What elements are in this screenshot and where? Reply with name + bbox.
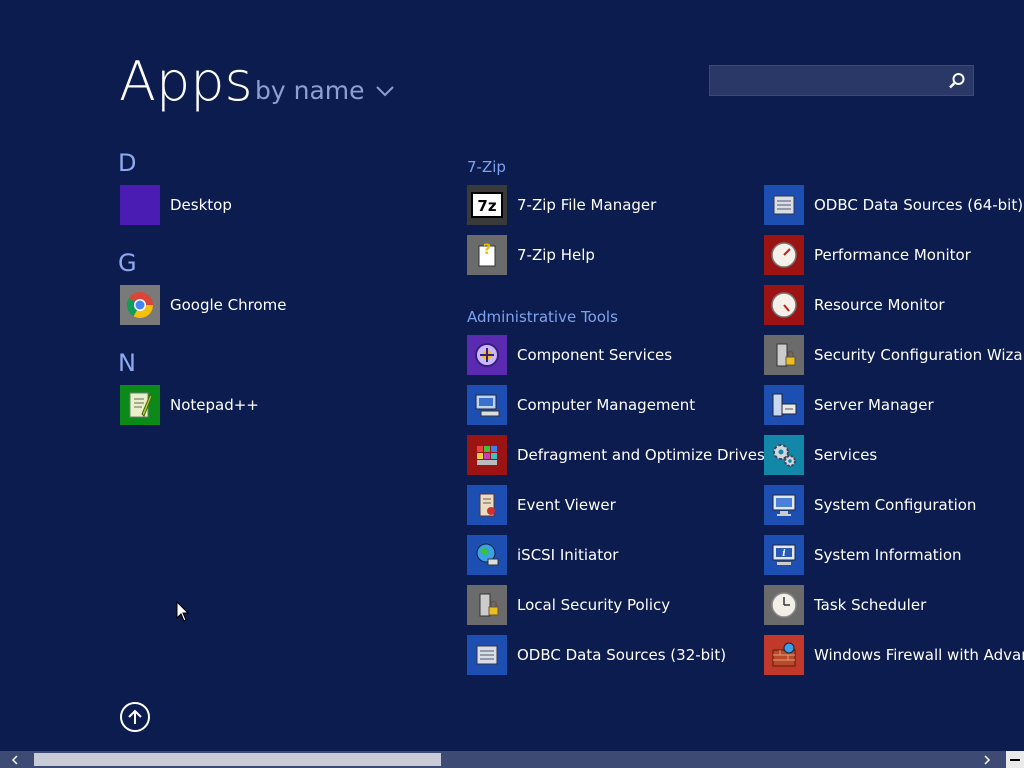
page-title: Apps <box>119 50 253 113</box>
app-label: Google Chrome <box>170 296 287 314</box>
group-letter-n[interactable]: N <box>118 349 136 377</box>
chevron-right-icon <box>984 754 991 765</box>
app-defragment[interactable]: Defragment and Optimize Drives <box>467 435 765 475</box>
local-security-policy-icon <box>467 585 507 625</box>
app-label: System Information <box>814 546 962 564</box>
mouse-cursor-icon <box>176 601 190 622</box>
app-local-security-policy[interactable]: Local Security Policy <box>467 585 670 625</box>
app-label: ODBC Data Sources (32-bit) <box>517 646 727 664</box>
monitor-icon <box>764 485 804 525</box>
group-header-7zip[interactable]: 7-Zip <box>467 158 506 176</box>
app-label: Notepad++ <box>170 396 259 414</box>
server-manager-icon <box>764 385 804 425</box>
app-label: Services <box>814 446 878 464</box>
app-iscsi-initiator[interactable]: iSCSI Initiator <box>467 535 618 575</box>
defragment-icon <box>467 435 507 475</box>
app-system-information[interactable]: i System Information <box>764 535 962 575</box>
arrow-up-icon <box>128 709 142 724</box>
scroll-thumb[interactable] <box>34 753 441 766</box>
group-letter-d[interactable]: D <box>118 149 136 177</box>
horizontal-scrollbar[interactable] <box>0 751 1024 768</box>
chevron-down-icon <box>375 85 394 96</box>
app-google-chrome[interactable]: Google Chrome <box>120 285 287 325</box>
security-wizard-icon <box>764 335 804 375</box>
notepadpp-icon <box>120 385 160 425</box>
search-input[interactable] <box>710 66 940 95</box>
firewall-icon <box>764 635 804 675</box>
app-label: Task Scheduler <box>814 596 927 614</box>
app-system-configuration[interactable]: System Configuration <box>764 485 976 525</box>
app-security-configuration-wizard[interactable]: Security Configuration Wizard <box>764 335 1024 375</box>
app-label: Computer Management <box>517 396 696 414</box>
help-document-icon: ? <box>467 235 507 275</box>
svg-text:7z: 7z <box>477 197 496 215</box>
app-label: Desktop <box>170 196 232 214</box>
app-windows-firewall[interactable]: Windows Firewall with Advanced <box>764 635 1024 675</box>
system-info-icon: i <box>764 535 804 575</box>
app-label: Event Viewer <box>517 496 616 514</box>
app-odbc-32[interactable]: ODBC Data Sources (32-bit) <box>467 635 726 675</box>
group-header-administrative-tools[interactable]: Administrative Tools <box>467 308 618 326</box>
app-label: ODBC Data Sources (64-bit) <box>814 196 1024 214</box>
search-box[interactable] <box>709 65 974 96</box>
app-label: Windows Firewall with Advanced <box>814 646 1024 664</box>
scroll-right-button[interactable] <box>972 751 1002 768</box>
app-label: Performance Monitor <box>814 246 971 264</box>
scroll-left-button[interactable] <box>0 751 30 768</box>
back-to-start-button[interactable] <box>120 702 150 732</box>
app-desktop[interactable]: Desktop <box>120 185 232 225</box>
group-letter-g[interactable]: G <box>118 249 137 277</box>
sort-by-label: by name <box>255 76 365 105</box>
desktop-icon <box>120 185 160 225</box>
zoom-out-button[interactable] <box>1006 751 1024 768</box>
gears-icon <box>764 435 804 475</box>
app-odbc-64[interactable]: ODBC Data Sources (64-bit) <box>764 185 1023 225</box>
app-services[interactable]: Services <box>764 435 877 475</box>
search-icon[interactable] <box>947 71 967 91</box>
app-notepadpp[interactable]: Notepad++ <box>120 385 259 425</box>
sort-by-toggle[interactable]: by name <box>255 76 395 105</box>
svg-text:i: i <box>782 549 786 559</box>
odbc-icon <box>764 185 804 225</box>
odbc-icon <box>467 635 507 675</box>
chevron-left-icon <box>11 754 18 765</box>
app-7zip-help[interactable]: ? 7-Zip Help <box>467 235 595 275</box>
gauge-icon <box>764 235 804 275</box>
app-label: Security Configuration Wizard <box>814 346 1024 364</box>
component-services-icon <box>467 335 507 375</box>
app-label: 7-Zip Help <box>517 246 595 264</box>
app-label: Local Security Policy <box>517 596 671 614</box>
event-viewer-icon <box>467 485 507 525</box>
app-label: Server Manager <box>814 396 934 414</box>
app-label: iSCSI Initiator <box>517 546 619 564</box>
app-label: System Configuration <box>814 496 977 514</box>
app-performance-monitor[interactable]: Performance Monitor <box>764 235 971 275</box>
app-task-scheduler[interactable]: Task Scheduler <box>764 585 926 625</box>
app-label: 7-Zip File Manager <box>517 196 657 214</box>
7zip-icon: 7z <box>467 185 507 225</box>
app-label: Defragment and Optimize Drives <box>517 446 765 464</box>
app-label: Resource Monitor <box>814 296 945 314</box>
chrome-icon <box>120 285 160 325</box>
clock-icon <box>764 585 804 625</box>
gauge-icon <box>764 285 804 325</box>
app-7zip-file-manager[interactable]: 7z 7-Zip File Manager <box>467 185 656 225</box>
app-label: Component Services <box>517 346 673 364</box>
minus-icon <box>1010 758 1020 761</box>
app-event-viewer[interactable]: Event Viewer <box>467 485 616 525</box>
app-resource-monitor[interactable]: Resource Monitor <box>764 285 945 325</box>
svg-text:?: ? <box>483 242 491 258</box>
app-computer-management[interactable]: Computer Management <box>467 385 695 425</box>
app-component-services[interactable]: Component Services <box>467 335 672 375</box>
computer-management-icon <box>467 385 507 425</box>
start-screen-apps-view: Apps by name D Desktop G Google Chrome N <box>0 0 1024 768</box>
app-server-manager[interactable]: Server Manager <box>764 385 934 425</box>
iscsi-globe-icon <box>467 535 507 575</box>
